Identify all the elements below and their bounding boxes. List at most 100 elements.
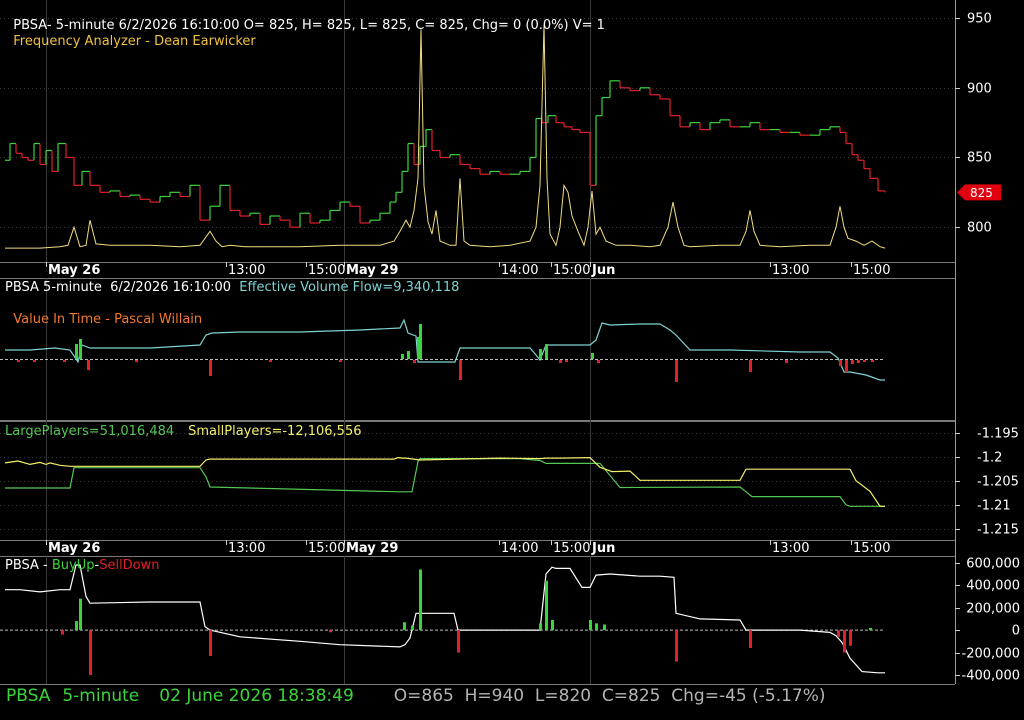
buyup-selldown-legend: PBSA - BuyUp-SellDown	[5, 558, 160, 574]
x-axis-top-label-8: 15:00	[853, 263, 890, 278]
buy-bar-5	[329, 630, 332, 633]
x-axis-mid-label-4: 14:00	[501, 541, 538, 556]
buy-bar-7	[411, 625, 414, 631]
x-axis-mid-label-5: 15:00	[553, 541, 590, 556]
players-tick-label-1: -1.2	[977, 451, 1002, 466]
x-axis-mid-label-0: May 26	[48, 541, 100, 556]
buy-bar-17	[749, 630, 752, 649]
footer-status-bar: PBSA 5-minute 02 June 2026 18:38:49 O=865 H…	[6, 686, 826, 706]
frequency-analyzer-label-text: Frequency Analyzer - Dean Earwicker	[13, 34, 256, 49]
selldown-label: SellDown	[99, 558, 160, 573]
flow-bar-21	[597, 360, 600, 363]
flow-bar-0	[17, 360, 20, 362]
flow-bar-8	[269, 360, 272, 362]
flow-panel[interactable]	[0, 318, 885, 382]
flow-bar-30	[871, 360, 874, 362]
footer-datetime: 02 June 2026 18:38:49	[159, 686, 354, 706]
buy-bar-2	[79, 598, 82, 631]
effective-volume-flow-line	[5, 318, 885, 381]
buy-bar-6	[403, 622, 406, 631]
flow-bar-18	[559, 360, 562, 363]
flow-bar-23	[749, 360, 752, 372]
footer-symbol: PBSA	[6, 686, 51, 706]
footer-stats: O=865 H=940 L=820 C=825 Chg=-45 (-5.17%)	[393, 686, 826, 706]
flow-bar-20	[591, 353, 594, 359]
price-tick-label-2: 850	[967, 151, 992, 166]
x-axis-top-label-2: 15:00	[308, 263, 345, 278]
buyup-label: BuyUp	[51, 558, 95, 573]
footer-interval: 5-minute	[62, 686, 140, 706]
buy-tick-label-2: 200,000	[966, 602, 1020, 617]
buy-tick-label-0: 600,000	[966, 557, 1020, 572]
price-tick-label-1: 900	[967, 82, 992, 97]
last-price-label: 825	[970, 186, 993, 200]
buy-bar-12	[551, 620, 554, 631]
price-panel[interactable]	[5, 25, 886, 249]
flow-bar-5	[87, 360, 90, 370]
flow-panel-title: PBSA 5-minute 6/2/2026 16:10:00 Effectiv…	[5, 280, 459, 296]
x-axis-top-label-5: 15:00	[553, 263, 590, 278]
flow-bar-28	[857, 360, 860, 363]
frequency-analyzer-label: Frequency Analyzer - Dean Earwicker	[5, 18, 256, 50]
buy-bar-9	[457, 630, 460, 653]
buy-bar-4	[209, 630, 212, 656]
flow-bar-11	[407, 351, 410, 359]
flow-bar-1	[33, 360, 36, 362]
flow-bar-2	[63, 360, 66, 362]
price-tick-label-0: 950	[967, 12, 992, 27]
flow-bar-17	[545, 344, 548, 359]
buy-tick-label-4: -200,000	[962, 647, 1020, 662]
flow-bar-14	[419, 324, 422, 359]
buy-bar-13	[589, 620, 592, 631]
frequency-analyzer-line	[5, 25, 886, 249]
buy-bar-15	[603, 624, 606, 631]
flow-bar-10	[401, 354, 404, 359]
players-tick-label-3: -1.21	[977, 499, 1011, 514]
buy-bar-11	[545, 580, 548, 631]
buy-bar-19	[843, 630, 846, 653]
x-axis-top-label-7: 13:00	[772, 263, 809, 278]
x-axis-mid-label-3: May 29	[346, 541, 398, 556]
buy-bar-14	[595, 623, 598, 631]
chart-canvas: 950900850800825May 26 13:00 15:00 May 29 14:…	[0, 0, 1020, 685]
players-tick-label-4: -1.215	[977, 523, 1019, 538]
small-players-label: SmallPlayers=-12,106,556	[188, 424, 362, 439]
x-axis-top-label-4: 14:00	[501, 263, 538, 278]
flow-bar-15	[459, 360, 462, 380]
x-axis-mid-label-1: 13:00	[228, 541, 265, 556]
flow-bar-4	[79, 339, 82, 359]
flow-bar-25	[839, 360, 842, 366]
buy-tick-label-3: 0	[1012, 624, 1020, 639]
players-tick-label-2: -1.205	[977, 475, 1019, 490]
flow-bar-3	[75, 344, 78, 359]
x-axis-mid-label-8: 15:00	[853, 541, 890, 556]
flow-bar-29	[863, 360, 866, 362]
x-axis-top-label-3: May 29	[346, 263, 398, 278]
buy-bar-3	[89, 630, 92, 676]
x-axis-top-label-0: May 26	[48, 263, 100, 278]
flow-bar-7	[209, 360, 212, 376]
players-legend: LargePlayers=51,016,484 SmallPlayers=-12,…	[5, 424, 362, 440]
flow-bar-12	[413, 360, 416, 363]
buy-bar-21	[869, 627, 872, 631]
price-tick-label-3: 800	[967, 221, 992, 236]
buy-bar-0	[61, 630, 64, 635]
x-axis-top-label-1: 13:00	[228, 263, 265, 278]
value-in-time-label: Value In Time - Pascal Willain	[5, 296, 202, 328]
buy-bar-10	[539, 623, 542, 631]
value-in-time-label-text: Value In Time - Pascal Willain	[13, 312, 203, 327]
buy-bar-16	[675, 630, 678, 662]
buyup-selldown-panel[interactable]	[0, 564, 885, 676]
flow-bar-26	[845, 360, 848, 372]
grid-layer	[0, 0, 956, 685]
flow-bar-22	[675, 360, 678, 382]
flow-bar-16	[539, 349, 542, 359]
buy-bar-18	[837, 630, 840, 637]
x-axis-mid-label-6: Jun	[591, 541, 615, 556]
flow-bar-6	[135, 360, 138, 362]
axis-layer: 950900850800825May 26 13:00 15:00 May 29 14:…	[46, 12, 1020, 684]
large-players-label: LargePlayers=51,016,484	[5, 424, 175, 439]
flow-panel-title-prefix: PBSA 5-minute 6/2/2026 16:10:00	[5, 280, 240, 295]
buy-tick-label-5: -400,000	[962, 669, 1020, 684]
flow-bar-9	[339, 360, 342, 362]
